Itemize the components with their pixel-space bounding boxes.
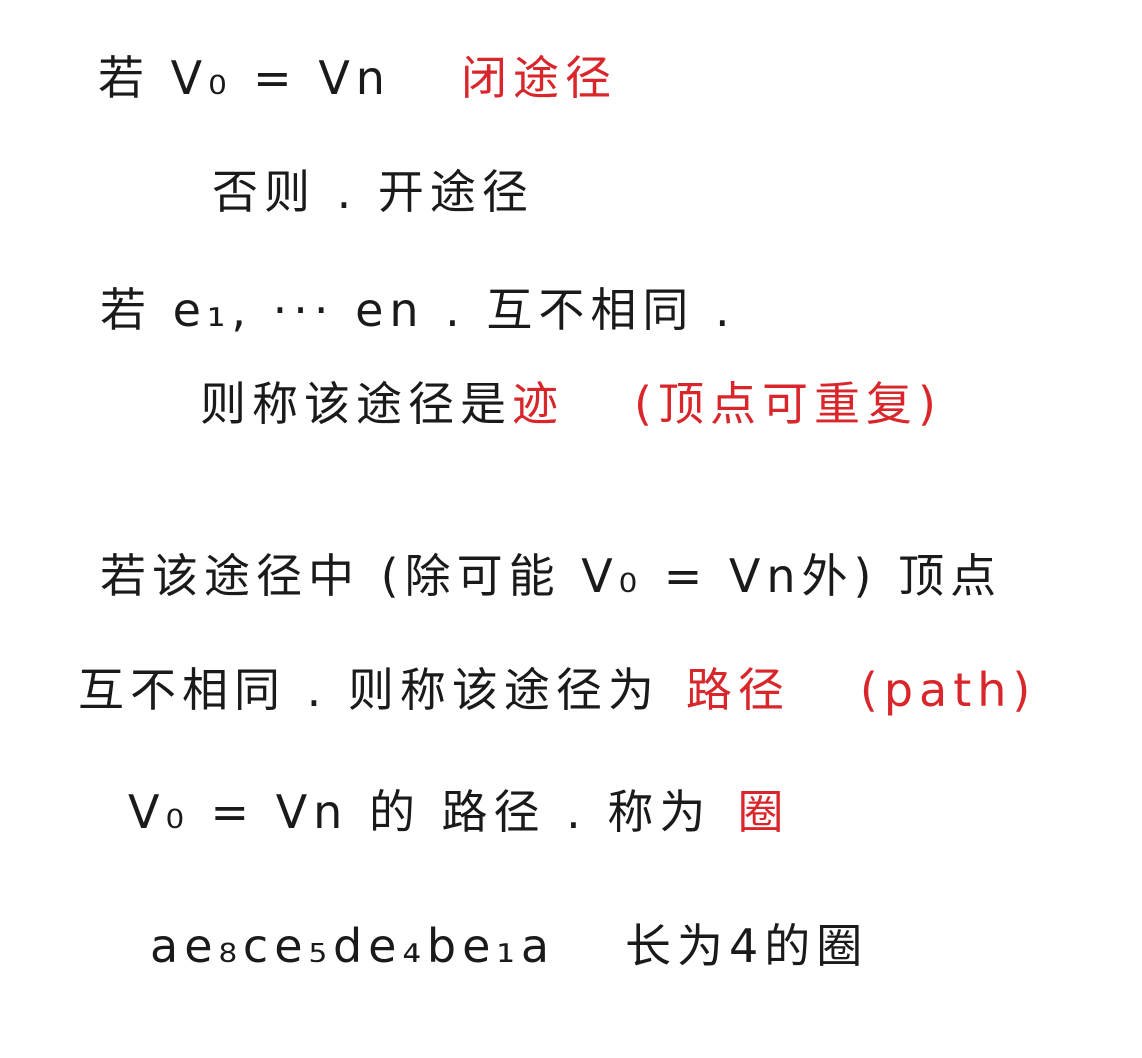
cycle-example-line: ae₈ce₅de₄be₁a 长为4的圈 [150,918,868,974]
cycle-definition-text: V₀ = Vn 的 路径 . 称为 [128,785,712,839]
trail-definition-line: 则称该途径是迹 (顶点可重复) [200,376,942,432]
path-definition-line: 互不相同 . 则称该途径为 路径 (path) [78,662,1036,718]
distinct-edges-condition: 若 e₁, ··· en . 互不相同 . [100,283,736,337]
trail-definition-text: 则称该途径是 [200,377,512,431]
closed-walk-term: 闭途径 [460,51,617,105]
open-walk-text: 否则 . 开途径 [212,165,534,219]
cycle-definition-line: V₀ = Vn 的 路径 . 称为圈 [128,784,789,840]
cycle-example-sequence: ae₈ce₅de₄be₁a [150,919,556,973]
open-walk-line: 否则 . 开途径 [212,164,534,220]
closed-walk-condition: 若 V₀ = Vn [98,51,391,105]
handwritten-note-page: 若 V₀ = Vn 闭途径 否则 . 开途径 若 e₁, ··· en . 互不相… [0,0,1142,1058]
trail-term: 迹 [512,377,564,431]
cycle-term: 圈 [737,785,790,839]
cycle-example-note: 长为4的圈 [625,919,869,973]
trail-note: (顶点可重复) [634,377,942,431]
closed-walk-line: 若 V₀ = Vn 闭途径 [98,50,617,106]
distinct-edges-line: 若 e₁, ··· en . 互不相同 . [100,282,736,338]
path-term: 路径 [685,663,790,717]
path-definition-text: 互不相同 . 则称该途径为 [78,663,660,717]
path-condition-text: 若该途径中 (除可能 V₀ = Vn外) 顶点 [100,549,1003,603]
path-condition-line: 若该途径中 (除可能 V₀ = Vn外) 顶点 [100,548,1002,604]
path-english-term: (path) [859,663,1037,717]
